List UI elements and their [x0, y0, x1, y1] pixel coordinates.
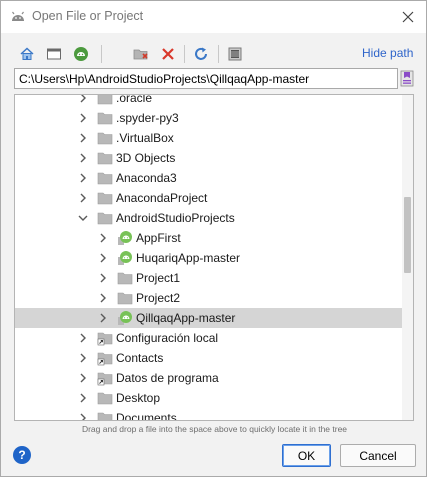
open-file-dialog: Open File or Project Hide path C:\Users\…: [0, 0, 427, 477]
folder-icon: [97, 150, 113, 166]
show-hidden-icon[interactable]: [225, 44, 245, 64]
toolbar: Hide path: [1, 41, 426, 67]
tree-row-label: Configuración local: [116, 331, 219, 345]
path-input[interactable]: [15, 69, 397, 88]
cancel-button[interactable]: Cancel: [340, 444, 416, 467]
tree-row[interactable]: AnacondaProject: [15, 188, 402, 208]
tree-row-label: QillqaqApp-master: [136, 311, 236, 325]
tree-row[interactable]: 3D Objects: [15, 148, 402, 168]
tree-row-label: AnacondaProject: [116, 191, 208, 205]
tree-row-label: .oracle: [116, 94, 153, 105]
chevron-right-icon[interactable]: [97, 292, 109, 304]
tree-row[interactable]: Project2: [15, 288, 402, 308]
title-bar: Open File or Project: [1, 1, 426, 33]
tree-row-label: Project2: [136, 291, 181, 305]
chevron-right-icon[interactable]: [77, 352, 89, 364]
scrollbar-thumb[interactable]: [404, 197, 411, 273]
folder-icon: [97, 95, 113, 106]
tree-row[interactable]: QillqaqApp-master: [15, 308, 402, 328]
folder-icon: [97, 190, 113, 206]
file-tree[interactable]: Documents Desktop Datos de programa Contact…: [14, 94, 414, 421]
help-button[interactable]: ?: [13, 446, 31, 464]
folder-icon: [97, 410, 113, 420]
tree-row-label: Project1: [136, 271, 181, 285]
delete-icon[interactable]: [158, 44, 178, 64]
project-icon[interactable]: [71, 44, 91, 64]
toolbar-separator: [184, 45, 185, 63]
chevron-right-icon[interactable]: [77, 152, 89, 164]
chevron-right-icon[interactable]: [77, 372, 89, 384]
android-studio-icon: [10, 9, 26, 25]
folder-icon: [117, 270, 133, 286]
android-project-icon: [117, 230, 133, 246]
chevron-right-icon[interactable]: [77, 332, 89, 344]
chevron-right-icon[interactable]: [97, 232, 109, 244]
ok-button[interactable]: OK: [282, 444, 331, 467]
folder-icon: [97, 210, 113, 226]
tree-row[interactable]: Desktop: [15, 388, 402, 408]
chevron-right-icon[interactable]: [77, 132, 89, 144]
chevron-right-icon[interactable]: [77, 95, 89, 104]
chevron-right-icon[interactable]: [77, 112, 89, 124]
tree-row[interactable]: Anaconda3: [15, 168, 402, 188]
close-icon[interactable]: [393, 5, 423, 29]
folder-icon: [97, 130, 113, 146]
tree-row-label: HuqariqApp-master: [136, 251, 241, 265]
tree-row[interactable]: .VirtualBox: [15, 128, 402, 148]
folder-icon: [117, 290, 133, 306]
android-project-icon: [117, 310, 133, 326]
android-project-icon: [117, 250, 133, 266]
tree-row-label: Desktop: [116, 391, 161, 405]
desktop-icon[interactable]: [44, 44, 64, 64]
path-field[interactable]: [14, 68, 398, 89]
tree-row-label: AndroidStudioProjects: [116, 211, 235, 225]
tree-row-label: Contacts: [116, 351, 164, 365]
tree-row-label: .spyder-py3: [116, 111, 179, 125]
chevron-right-icon[interactable]: [97, 252, 109, 264]
tree-row[interactable]: Contacts: [15, 348, 402, 368]
refresh-icon[interactable]: [191, 44, 211, 64]
new-folder-icon[interactable]: [131, 44, 151, 64]
window-title: Open File or Project: [32, 9, 144, 23]
tree-row[interactable]: AndroidStudioProjects: [15, 208, 402, 228]
tree-row[interactable]: Documents: [15, 408, 402, 421]
tree-row[interactable]: Datos de programa: [15, 368, 402, 388]
folder-shortcut-icon: [97, 370, 113, 386]
tree-row[interactable]: Project1: [15, 268, 402, 288]
tree-row-label: Anaconda3: [116, 171, 177, 185]
path-history-icon[interactable]: [399, 69, 415, 88]
chevron-right-icon[interactable]: [77, 412, 89, 420]
folder-icon: [97, 390, 113, 406]
tree-row-label: Documents: [116, 411, 177, 421]
folder-icon: [97, 110, 113, 126]
tree-row[interactable]: Configuración local: [15, 328, 402, 348]
tree-row-label: Datos de programa: [116, 371, 219, 385]
chevron-right-icon[interactable]: [77, 392, 89, 404]
tree-row-label: 3D Objects: [116, 151, 176, 165]
chevron-right-icon[interactable]: [77, 192, 89, 204]
toolbar-separator: [218, 45, 219, 63]
tree-row[interactable]: HuqariqApp-master: [15, 248, 402, 268]
chevron-right-icon[interactable]: [77, 172, 89, 184]
folder-icon: [97, 170, 113, 186]
tree-row[interactable]: .spyder-py3: [15, 108, 402, 128]
chevron-right-icon[interactable]: [97, 312, 109, 324]
folder-shortcut-icon: [97, 350, 113, 366]
tree-row[interactable]: AppFirst: [15, 228, 402, 248]
hide-path-link[interactable]: Hide path: [362, 46, 413, 60]
chevron-down-icon[interactable]: [77, 212, 89, 224]
tree-row-label: .VirtualBox: [116, 131, 174, 145]
tree-row-label: AppFirst: [136, 231, 181, 245]
drag-drop-hint: Drag and drop a file into the space abov…: [81, 424, 348, 434]
chevron-right-icon[interactable]: [97, 272, 109, 284]
toolbar-separator: [101, 45, 102, 63]
home-icon[interactable]: [17, 44, 37, 64]
tree-row[interactable]: .oracle: [15, 94, 402, 108]
folder-shortcut-icon: [97, 330, 113, 346]
